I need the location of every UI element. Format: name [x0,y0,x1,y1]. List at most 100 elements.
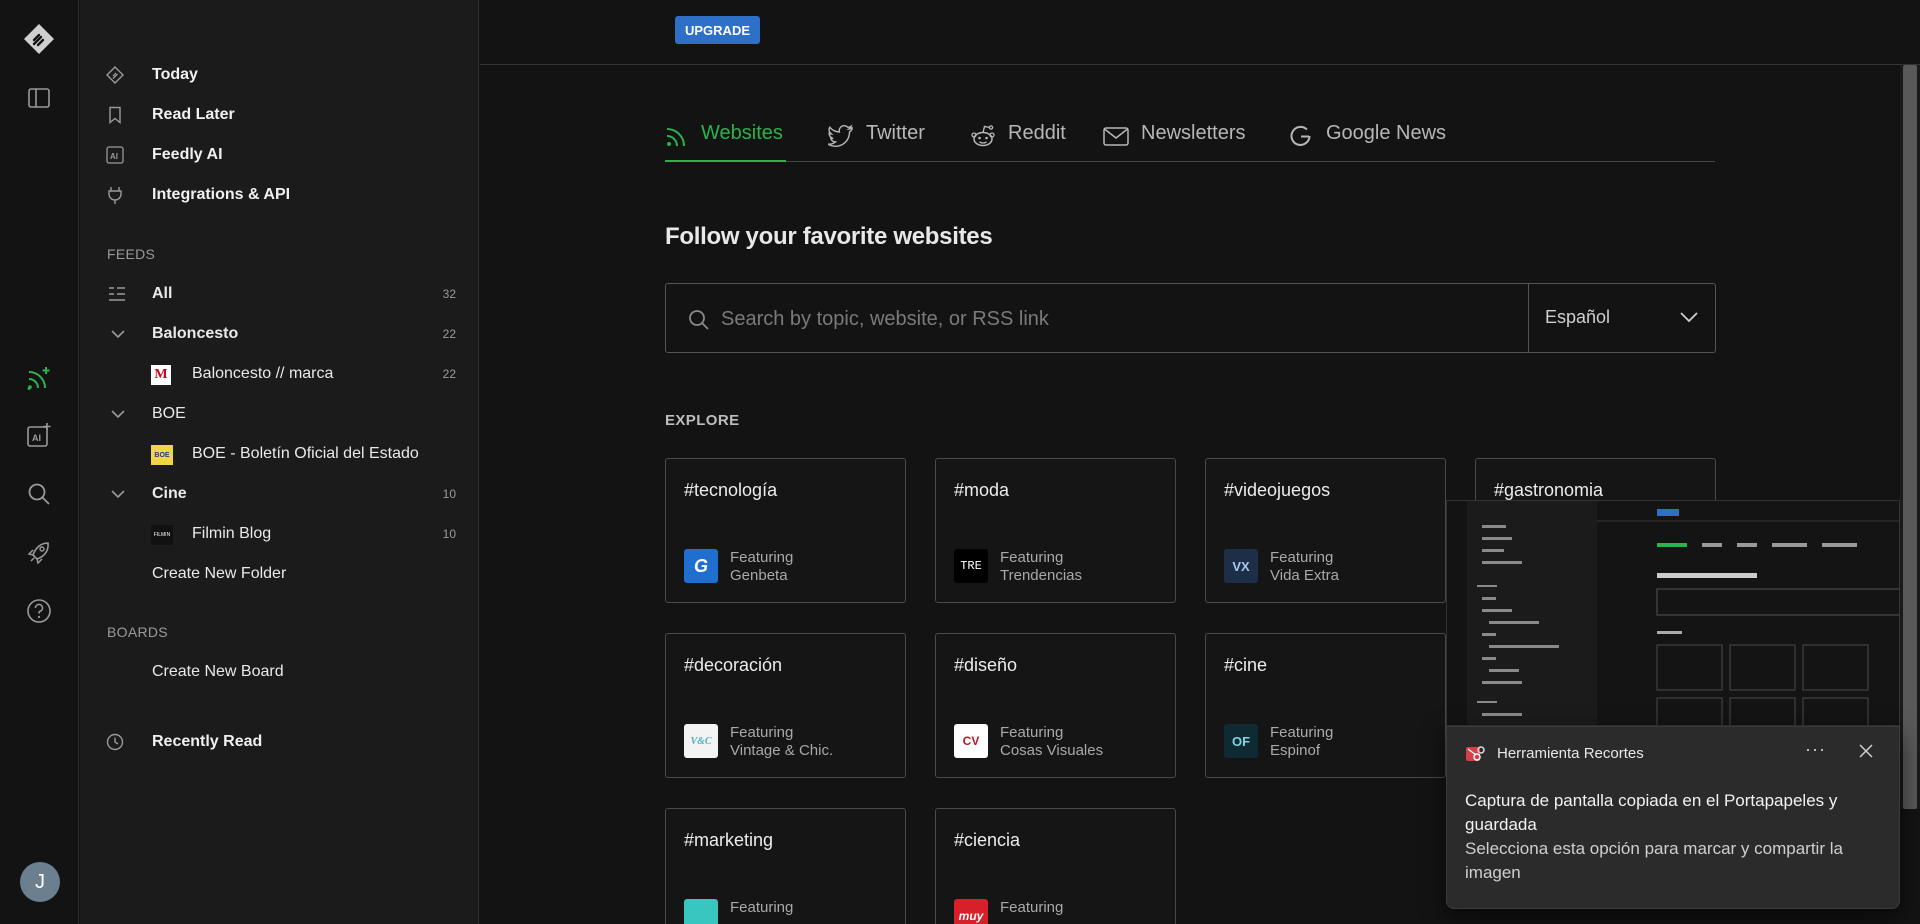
language-value: Español [1545,307,1611,327]
vintage-chic-logo: V&C [684,724,718,758]
sidebar-item-read-later[interactable]: Read Later [80,97,479,133]
topic-card-decoracion[interactable]: #decoración V&C Featuring Vintage & Chic. [665,633,906,778]
cosas-visuales-logo: CV [954,724,988,758]
feed-all[interactable]: All 32 [80,276,479,312]
featuring-text: Featuring [730,899,793,917]
tab-twitter[interactable]: Twitter [828,122,925,162]
search-icon [689,310,709,330]
chevron-down-icon[interactable] [110,406,126,422]
genbeta-logo: G [684,549,718,583]
folder-boe[interactable]: BOE [80,396,479,432]
page-title: Follow your favorite websites [665,223,993,250]
folder-count: 22 [442,327,456,341]
user-avatar[interactable]: J [20,862,60,902]
screenshot-preview[interactable] [1446,500,1900,726]
folder-label: Cine [152,485,187,502]
screenshot-preview-image [1447,501,1899,725]
sidebar-item-today[interactable]: Today [80,57,479,93]
tab-websites[interactable]: Websites [665,122,786,162]
scrollbar-thumb[interactable] [1903,65,1917,809]
feed-baloncesto-marca[interactable]: M Baloncesto // marca 22 [80,356,479,392]
add-ai-feed-icon[interactable]: AI [20,416,58,454]
plug-icon [108,187,122,204]
sidebar-item-label: Recently Read [152,733,263,750]
tab-label: Google News [1326,122,1447,144]
topic-card-videojuegos[interactable]: #videojuegos VX Featuring Vida Extra [1205,458,1446,603]
svg-text:AI: AI [110,152,118,161]
sidebar-item-recently-read[interactable]: Recently Read [80,724,479,760]
create-folder-label: Create New Folder [152,565,287,582]
trendencias-logo: TRE [954,549,988,583]
more-options-icon[interactable]: ··· [1805,739,1826,760]
featuring-label: Featuring [730,549,794,566]
topic-tag: #marketing [684,830,774,850]
featured-site: Trendencias [1000,567,1082,584]
rocket-icon[interactable] [20,534,58,572]
featured-site: Vida Extra [1270,567,1339,584]
tab-label: Reddit [1008,122,1066,144]
create-new-folder[interactable]: Create New Folder [80,556,479,592]
language-select[interactable]: Español [1528,284,1716,352]
bookmark-icon [109,106,121,124]
tab-newsletters[interactable]: Newsletters [1103,122,1245,162]
featured-site: Genbeta [730,567,788,584]
folder-baloncesto[interactable]: Baloncesto 22 [80,316,479,352]
marketing-site-logo [684,899,718,924]
chevron-down-icon[interactable] [110,486,126,502]
feed-filmin-blog[interactable]: FILMIN Filmin Blog 10 [80,516,479,552]
featuring-text: Featuring Espinof [1270,724,1333,760]
topic-tag: #moda [954,480,1010,500]
upgrade-button[interactable]: UPGRADE [675,16,761,44]
create-new-board[interactable]: Create New Board [80,654,479,690]
app-window: AI J Today Read Later AI Feedly AI Integ… [0,0,1920,924]
help-icon[interactable] [20,592,58,630]
svg-text:AI: AI [32,433,41,443]
google-icon [1290,125,1311,146]
tab-reddit[interactable]: Reddit [970,122,1066,162]
icon-rail: AI J [0,0,79,924]
featured-site: Espinof [1270,742,1321,759]
feed-label: Filmin Blog [192,525,272,542]
boe-favicon: BOE [151,445,173,465]
topic-card-tecnologia[interactable]: #tecnología G Featuring Genbeta [665,458,906,603]
notification-app-name: Herramienta Recortes [1497,745,1644,762]
scrollbar[interactable] [1900,65,1920,809]
list-icon [109,287,125,301]
search-box: Español [665,283,1716,353]
sidebar-item-feedly-ai[interactable]: AI Feedly AI [80,137,479,173]
topic-card-ciencia[interactable]: #ciencia muy Featuring [935,808,1176,924]
feedly-logo-icon[interactable] [20,20,58,58]
close-icon[interactable] [1859,744,1873,758]
feed-all-count: 32 [442,287,456,301]
featuring-label: Featuring [1270,724,1334,741]
featuring-text: Featuring Vintage & Chic. [730,724,833,760]
featuring-label: Featuring [1000,724,1064,741]
notification-title: Captura de pantalla copiada en el Portap… [1465,791,1838,834]
featuring-text: Featuring Trendencias [1000,549,1082,585]
snipping-tool-notification[interactable]: Herramienta Recortes ··· Captura de pant… [1446,726,1900,909]
sidebar-item-integrations[interactable]: Integrations & API [80,177,479,213]
sidebar-item-label: Integrations & API [152,186,291,203]
topic-tag: #cine [1224,655,1268,675]
tab-label: Websites [701,122,783,144]
explore-heading: EXPLORE [665,412,740,429]
feeds-heading: FEEDS [107,246,156,262]
sidebar-toggle-icon[interactable] [20,79,58,117]
chevron-down-icon[interactable] [110,326,126,342]
topic-card-moda[interactable]: #moda TRE Featuring Trendencias [935,458,1176,603]
add-feed-icon[interactable] [20,359,58,397]
tab-label: Newsletters [1141,122,1246,144]
topic-card-cine[interactable]: #cine OF Featuring Espinof [1205,633,1446,778]
topic-card-diseno[interactable]: #diseño CV Featuring Cosas Visuales [935,633,1176,778]
search-input[interactable] [721,304,1521,334]
search-icon[interactable] [20,475,58,513]
create-board-label: Create New Board [152,663,284,680]
folder-cine[interactable]: Cine 10 [80,476,479,512]
tab-google-news[interactable]: Google News [1288,122,1446,162]
sidebar-panel: Today Read Later AI Feedly AI Integratio… [80,0,479,924]
featuring-text: Featuring Genbeta [730,549,793,585]
feed-all-label: All [152,285,173,302]
source-tabs: Websites Twitter Reddit Newsletters Goog… [665,112,1715,162]
topic-card-marketing[interactable]: #marketing Featuring [665,808,906,924]
feed-boe[interactable]: BOE BOE - Boletín Oficial del Estado [80,436,479,472]
